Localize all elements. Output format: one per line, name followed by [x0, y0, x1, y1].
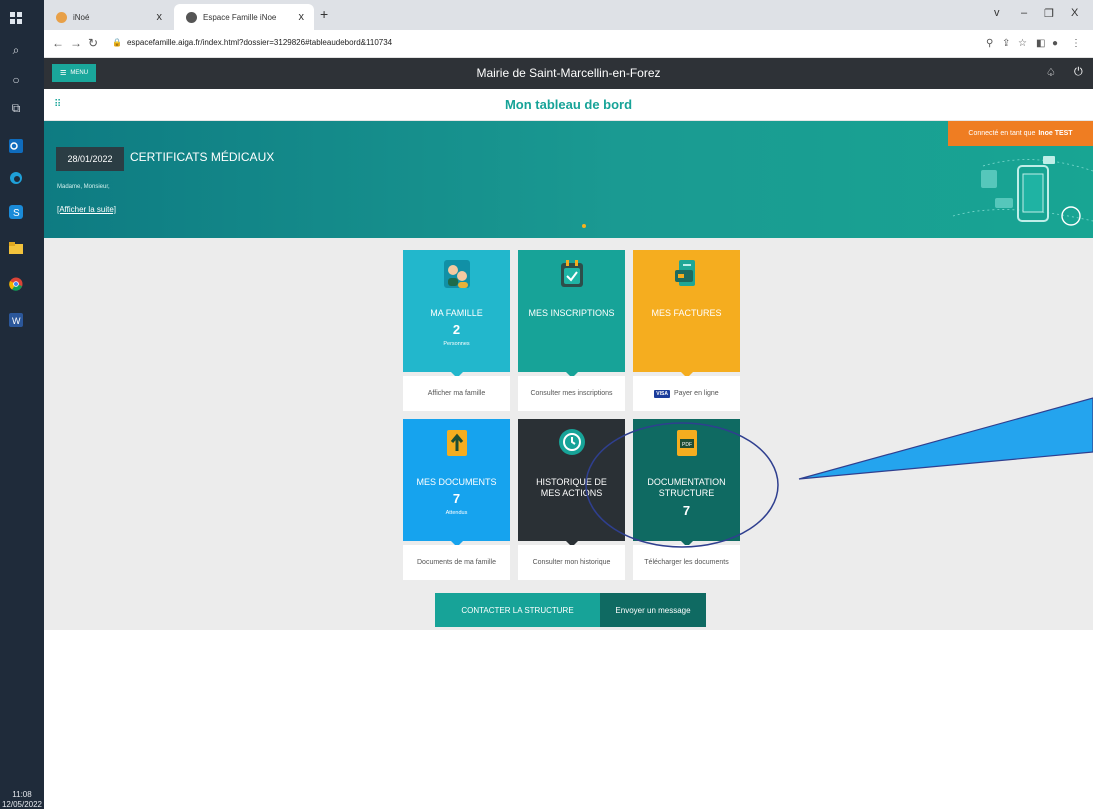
tile-footer-historique[interactable]: Consulter mon historique	[518, 545, 625, 580]
search-icon[interactable]: ⌕	[8, 42, 24, 58]
news-title: CERTIFICATS MÉDICAUX	[130, 150, 275, 164]
browser-address-bar: ← → ↻ 🔒 espacefamille.aiga.fr/index.html?…	[44, 30, 1093, 58]
url-text: espacefamille.aiga.fr/index.html?dossier…	[126, 38, 393, 47]
invoice-icon	[633, 258, 740, 290]
restore-icon[interactable]: ❐	[1044, 7, 1054, 20]
file-explorer-icon[interactable]	[8, 240, 24, 256]
windows-start-icon[interactable]	[8, 10, 24, 26]
svg-text:S: S	[13, 208, 20, 219]
browser-tab-inoe[interactable]: iNoé x	[44, 4, 172, 30]
app-header: ≡ MENU Mairie de Saint-Marcellin-en-Fore…	[44, 58, 1093, 89]
sidebar-panel-icon[interactable]: ◧	[1036, 38, 1045, 49]
minimize-icon[interactable]: –	[1021, 7, 1027, 19]
tile-mes-factures[interactable]: MES FACTURES	[633, 250, 740, 372]
tile-label: MES DOCUMENTS	[416, 477, 497, 487]
window-close-icon[interactable]: X	[1071, 7, 1078, 19]
tile-label-line1: HISTORIQUE DE	[536, 477, 607, 487]
taskbar-clock-date[interactable]: 12/05/2022	[0, 800, 44, 809]
new-tab-icon[interactable]: +	[320, 6, 328, 22]
browser-tab-espace-famille[interactable]: Espace Famille iNoe x	[174, 4, 314, 30]
skype-icon[interactable]: S	[8, 204, 24, 220]
tab-search-chevron-icon[interactable]: v	[994, 7, 1000, 19]
globe-favicon-icon	[186, 11, 197, 23]
app-title: Mairie de Saint-Marcellin-en-Forez	[476, 66, 661, 80]
tile-label-line2: STRUCTURE	[658, 488, 715, 498]
tile-label: MES FACTURES	[651, 308, 722, 318]
tile-label: MES INSCRIPTIONS	[528, 308, 615, 318]
news-banner: 28/01/2022 CERTIFICATS MÉDICAUX Madame, …	[44, 121, 1093, 238]
close-tab-icon[interactable]: x	[299, 11, 305, 23]
tile-count: 2	[452, 322, 461, 337]
bookmark-star-icon[interactable]: ☆	[1018, 38, 1027, 49]
power-logout-icon[interactable]: ⏻	[1074, 66, 1083, 79]
tile-label-line2: MES ACTIONS	[540, 488, 603, 498]
close-tab-icon[interactable]: x	[157, 11, 163, 23]
edge-icon[interactable]	[8, 170, 24, 186]
page-title: Mon tableau de bord	[504, 97, 633, 112]
pay-online-label: Payer en ligne	[673, 390, 719, 397]
news-body: Madame, Monsieur,	[57, 184, 110, 190]
tile-footer-documentation[interactable]: Télécharger les documents	[633, 545, 740, 580]
outlook-icon[interactable]	[8, 138, 24, 154]
tile-mes-documents[interactable]: MES DOCUMENTS 7 Attendus	[403, 419, 510, 541]
family-icon	[403, 258, 510, 290]
url-field[interactable]: 🔒 espacefamille.aiga.fr/index.html?dossie…	[112, 38, 392, 47]
calendar-check-icon	[518, 258, 625, 290]
tab-title: iNoé	[73, 12, 90, 22]
taskbar-clock-time[interactable]: 11:08	[0, 790, 44, 799]
profile-avatar-icon[interactable]: ●	[1052, 38, 1058, 49]
visa-icon: VISA	[654, 389, 670, 398]
show-more-link[interactable]: [Afficher la suite]	[57, 205, 116, 214]
contact-structure-button[interactable]: CONTACTER LA STRUCTURE	[435, 593, 600, 627]
tab-title: Espace Famille iNoe	[203, 12, 277, 22]
windows-taskbar: ⌕ ○ ⧉ S W 11:08 12/05/2022	[0, 0, 44, 809]
chrome-icon[interactable]	[8, 276, 24, 292]
news-date: 28/01/2022	[56, 147, 124, 171]
pdf-icon: PDF	[633, 427, 740, 459]
browser-tab-bar: iNoé x Espace Famille iNoe x + v – ❐ X	[44, 0, 1093, 30]
svg-text:W: W	[12, 316, 21, 326]
tile-ma-famille[interactable]: MA FAMILLE 2 Personnes	[403, 250, 510, 372]
tile-footer-documents[interactable]: Documents de ma famille	[403, 545, 510, 580]
banner-illustration-icon	[952, 156, 1093, 226]
notification-bell-icon[interactable]: ♤	[1046, 66, 1056, 79]
page-subheader: ⠿ Mon tableau de bord	[44, 89, 1093, 121]
tile-sub: Personnes	[443, 341, 470, 347]
forward-arrow-icon[interactable]: →	[70, 36, 82, 50]
tile-count: 7	[452, 491, 461, 506]
share-icon[interactable]: ⇪	[1002, 38, 1010, 49]
carousel-dot[interactable]	[582, 224, 586, 228]
document-upload-icon	[403, 427, 510, 459]
word-icon[interactable]: W	[8, 312, 24, 328]
tile-mes-inscriptions[interactable]: MES INSCRIPTIONS	[518, 250, 625, 372]
tile-historique[interactable]: HISTORIQUE DE MES ACTIONS	[518, 419, 625, 541]
browser-menu-icon[interactable]: ⋮	[1071, 38, 1081, 49]
tile-footer-factures[interactable]: VISA Payer en ligne	[633, 376, 740, 411]
zoom-icon[interactable]: ⚲	[986, 38, 993, 49]
svg-text:PDF: PDF	[682, 442, 692, 448]
back-arrow-icon[interactable]: ←	[52, 36, 64, 50]
task-view-icon[interactable]: ⧉	[8, 100, 24, 116]
tile-sub: Attendus	[445, 510, 468, 516]
send-message-button[interactable]: Envoyer un message	[600, 593, 706, 627]
tile-label-line1: DOCUMENTATION	[647, 477, 726, 487]
lock-icon: 🔒	[112, 38, 122, 47]
cortana-icon[interactable]: ○	[8, 72, 24, 88]
history-icon	[518, 427, 625, 457]
connected-prefix: Connecté en tant que	[968, 130, 1036, 137]
tile-documentation-structure[interactable]: PDF DOCUMENTATION STRUCTURE 7	[633, 419, 740, 541]
reload-icon[interactable]: ↻	[88, 36, 98, 50]
dashboard-content: MA FAMILLE 2 Personnes Afficher ma famil…	[44, 238, 1093, 630]
inoe-favicon-icon	[56, 11, 67, 23]
tile-label: MA FAMILLE	[430, 308, 483, 318]
tile-footer-inscriptions[interactable]: Consulter mes inscriptions	[518, 376, 625, 411]
tile-count: 7	[682, 503, 691, 518]
connected-user-badge: Connecté en tant que Inoe TEST	[948, 121, 1093, 146]
connected-user: Inoe TEST	[1038, 130, 1073, 137]
tile-footer-famille[interactable]: Afficher ma famille	[403, 376, 510, 411]
